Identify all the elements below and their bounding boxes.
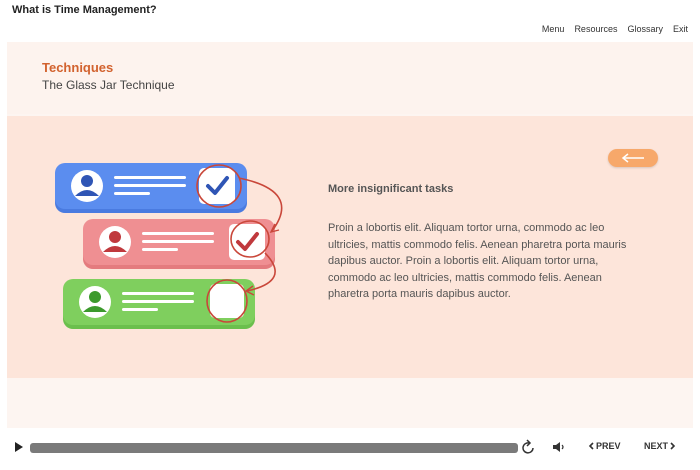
slide-subtitle: The Glass Jar Technique [42, 78, 175, 92]
glossary-link[interactable]: Glossary [627, 24, 663, 34]
top-menu: Menu Resources Glossary Exit [542, 24, 688, 34]
content-body: Proin a lobortis elit. Aliquam tortor ur… [328, 222, 627, 300]
play-icon[interactable] [14, 441, 24, 453]
resources-link[interactable]: Resources [574, 24, 617, 34]
player-controls: PREV NEXT [0, 436, 700, 460]
section-title: Techniques [42, 60, 114, 75]
course-title: What is Time Management? [12, 4, 157, 16]
next-button[interactable]: NEXT [644, 441, 676, 451]
replay-icon[interactable] [522, 439, 536, 455]
exit-link[interactable]: Exit [673, 24, 688, 34]
prev-label: PREV [596, 441, 621, 451]
task-card-3 [63, 279, 255, 329]
volume-icon[interactable] [552, 440, 566, 454]
next-label: NEXT [644, 441, 669, 451]
task-card-2 [83, 219, 275, 269]
slide: Techniques The Glass Jar Technique More … [7, 42, 693, 428]
task-card-1 [55, 163, 247, 213]
content-heading: More insignificant tasks [328, 183, 454, 195]
chevron-right-icon [670, 442, 676, 450]
chevron-left-icon [588, 442, 594, 450]
menu-link[interactable]: Menu [542, 24, 565, 34]
back-button[interactable] [608, 149, 658, 167]
arrow-left-icon [621, 153, 644, 163]
slide-content: More insignificant tasks Proin a loborti… [7, 116, 693, 378]
progress-bar[interactable] [30, 443, 518, 453]
slide-header: Techniques The Glass Jar Technique [7, 42, 693, 114]
empty-checkbox-icon [210, 284, 244, 318]
prev-button[interactable]: PREV [588, 441, 621, 451]
task-list-illustration [55, 163, 283, 329]
